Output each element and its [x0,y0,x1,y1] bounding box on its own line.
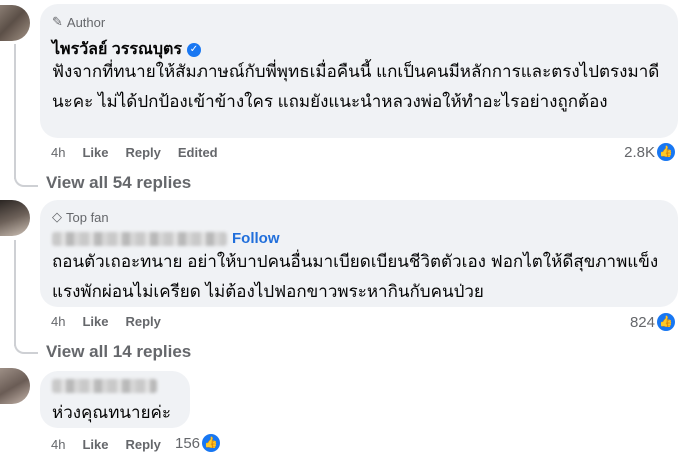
reaction-count[interactable]: 2.8K 👍 [624,143,675,161]
comment-text: ห่วงคุณทนายค่ะ [52,403,172,422]
thread-connector [14,171,38,187]
comment-actions: 4h Like Reply [51,314,161,329]
like-button[interactable]: Like [82,145,108,160]
comment-actions: 4h Like Reply Edited [51,145,218,160]
avatar[interactable] [0,200,30,236]
reply-button[interactable]: Reply [125,437,160,452]
diamond-icon: ◇ [52,209,62,224]
like-button[interactable]: Like [82,437,108,452]
follow-button[interactable]: Follow [232,230,280,247]
pencil-icon: ✎ [52,14,63,29]
view-replies-link[interactable]: View all 54 replies [46,173,191,193]
comment-bubble: ◇ Top fan Follow ถอนตัวเถอะทนาย อย่าให้บ… [40,200,678,307]
comment-text: ถอนตัวเถอะทนาย อย่าให้บาปคนอื่นมาเบียดเบ… [52,252,659,301]
avatar[interactable] [0,5,30,41]
reply-button[interactable]: Reply [125,314,160,329]
thumbs-up-icon: 👍 [202,434,221,452]
author-badge: ✎ Author [52,14,106,30]
timestamp[interactable]: 4h [51,437,65,452]
thumbs-up-icon: 👍 [657,313,675,331]
verified-check-icon: ✓ [186,42,201,57]
view-replies-link[interactable]: View all 14 replies [46,342,191,362]
thread-connector [14,338,38,354]
blurred-commenter-name[interactable] [52,231,227,246]
avatar[interactable] [0,368,30,404]
reaction-count[interactable]: 824 👍 [630,313,675,331]
thread-line [14,44,16,179]
comment-bubble: ✎ Author ไพรวัลย์ วรรณบุตร ✓ ฟังจากที่ทน… [40,4,678,138]
comment-bubble: ห่วงคุณทนายค่ะ [40,371,190,428]
reply-button[interactable]: Reply [125,145,160,160]
timestamp[interactable]: 4h [51,145,65,160]
like-button[interactable]: Like [82,314,108,329]
edited-label: Edited [177,145,218,160]
comment-actions: 4h Like Reply [51,437,161,452]
thumbs-up-icon: 👍 [657,143,675,161]
reaction-count[interactable]: 156 👍 [175,434,221,452]
comment-text: ฟังจากที่ทนายให้สัมภาษณ์กับพี่พุทธเมื่อค… [52,62,660,111]
blurred-commenter-name[interactable] [52,379,157,393]
thread-line [14,240,16,346]
timestamp[interactable]: 4h [51,314,65,329]
top-fan-badge: ◇ Top fan [52,209,109,225]
